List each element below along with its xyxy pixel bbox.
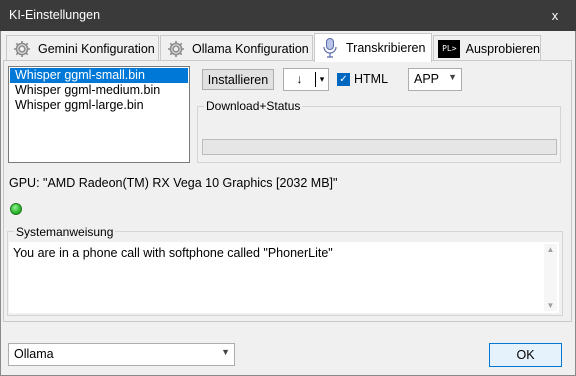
list-item[interactable]: Whisper ggml-small.bin <box>10 68 188 83</box>
system-prompt-text: You are in a phone call with softphone c… <box>13 246 333 260</box>
window-title: KI-Einstellungen <box>9 8 101 22</box>
target-select[interactable]: APP ▼ <box>408 68 462 91</box>
gpu-info: GPU: "AMD Radeon(TM) RX Vega 10 Graphics… <box>9 176 338 190</box>
gear-icon <box>165 38 187 60</box>
tab-label: Gemini Konfiguration <box>38 41 155 56</box>
tab-ausprobieren[interactable]: PL> Ausprobieren <box>433 35 541 61</box>
ok-button[interactable]: OK <box>489 343 562 367</box>
provider-select-value: Ollama <box>14 347 54 361</box>
system-prompt-legend: Systemanweisung <box>14 225 116 239</box>
tab-label: Ausprobieren <box>465 41 540 56</box>
list-item[interactable]: Whisper ggml-medium.bin <box>9 83 189 98</box>
list-item[interactable]: Whisper ggml-large.bin <box>9 98 189 113</box>
download-status-legend: Download+Status <box>204 99 303 113</box>
html-checkbox[interactable]: ✓ <box>337 73 350 86</box>
html-checkbox-label[interactable]: HTML <box>354 72 388 86</box>
title-bar: KI-Einstellungen x <box>0 0 576 31</box>
download-split-button[interactable]: ↓ ▾ <box>283 68 329 91</box>
model-list[interactable]: Whisper ggml-small.bin Whisper ggml-medi… <box>8 66 190 163</box>
install-button[interactable]: Installieren <box>202 69 274 90</box>
close-button[interactable]: x <box>545 6 565 26</box>
tab-strip: Gemini Konfiguration Ollama Konfiguratio… <box>2 33 574 62</box>
chevron-down-icon: ▼ <box>221 347 230 357</box>
provider-select[interactable]: Ollama ▼ <box>8 343 235 366</box>
vertical-scrollbar[interactable]: ▲ ▼ <box>544 244 557 311</box>
download-progress-bar <box>202 139 557 155</box>
scroll-up-icon[interactable]: ▲ <box>544 245 557 254</box>
tab-gemini[interactable]: Gemini Konfiguration <box>6 35 159 61</box>
tab-label: Ollama Konfiguration <box>192 41 309 56</box>
target-select-value: APP <box>414 72 440 86</box>
terminal-icon: PL> <box>438 38 461 60</box>
scroll-down-icon[interactable]: ▼ <box>544 301 557 310</box>
tab-ollama[interactable]: Ollama Konfiguration <box>160 35 313 61</box>
dropdown-arrow-icon[interactable]: ▾ <box>316 69 328 90</box>
tab-transkribieren[interactable]: Transkribieren <box>314 33 432 62</box>
terminal-icon-text: PL> <box>438 39 461 58</box>
tab-label: Transkribieren <box>346 41 426 55</box>
download-arrow-icon[interactable]: ↓ <box>284 69 315 90</box>
system-prompt-textarea[interactable]: You are in a phone call with softphone c… <box>9 242 559 313</box>
microphone-icon <box>319 37 341 59</box>
chevron-down-icon: ▼ <box>448 72 457 82</box>
status-indicator <box>10 203 22 215</box>
gear-icon <box>11 38 33 60</box>
